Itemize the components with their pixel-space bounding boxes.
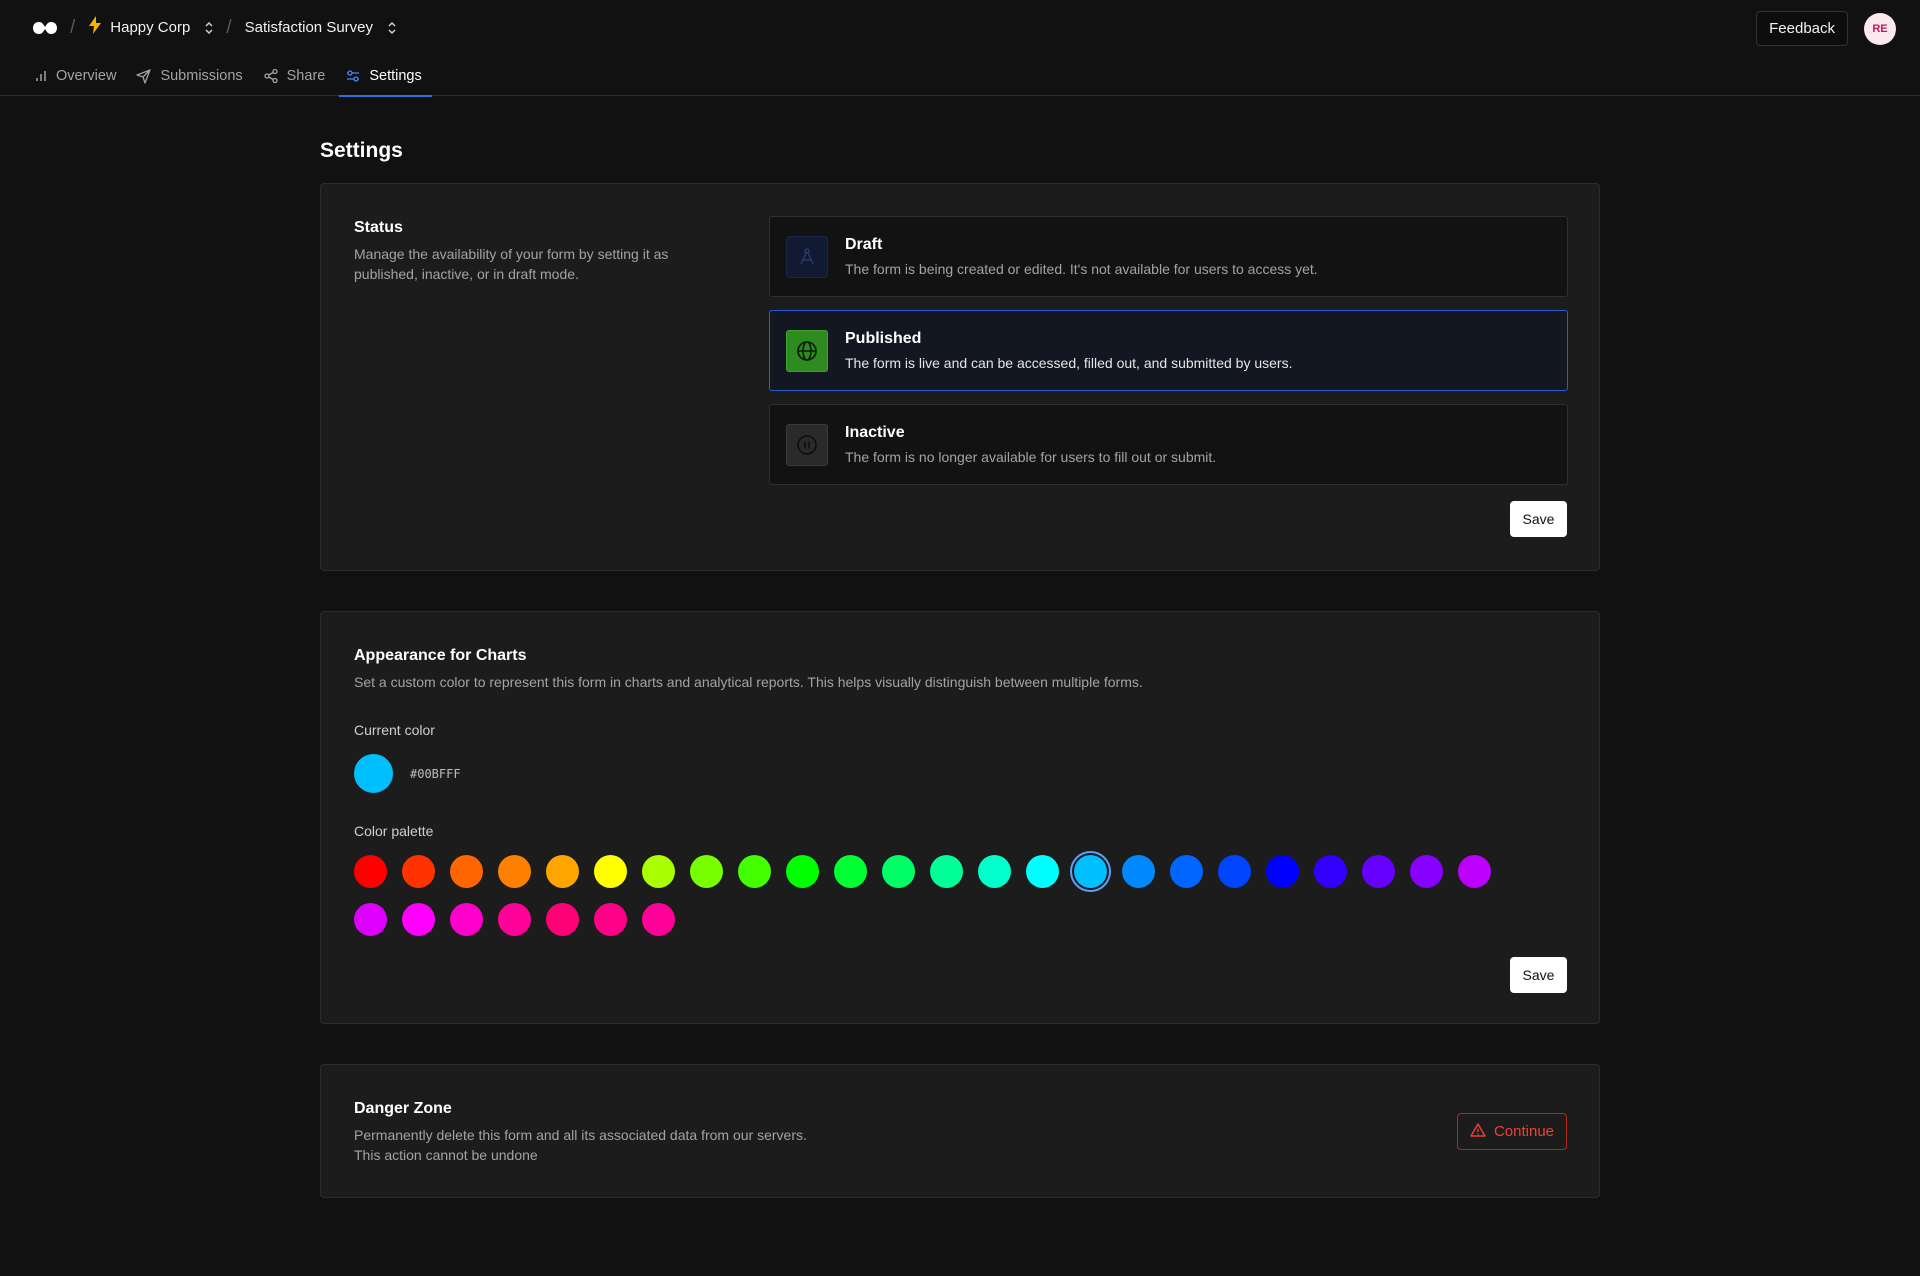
form-name: Satisfaction Survey	[244, 19, 374, 36]
feedback-button[interactable]: Feedback	[1756, 11, 1848, 46]
palette-color-swatch[interactable]	[786, 855, 819, 888]
palette-color-swatch[interactable]	[642, 855, 675, 888]
palette-color-swatch[interactable]	[1218, 855, 1251, 888]
palette-color-swatch[interactable]	[498, 855, 531, 888]
palette-color-swatch[interactable]	[738, 855, 771, 888]
palette-color-swatch[interactable]	[882, 855, 915, 888]
danger-zone-title: Danger Zone	[354, 1100, 452, 1117]
infinity-logo-icon[interactable]	[32, 20, 58, 36]
bolt-icon	[88, 16, 102, 39]
org-name: Happy Corp	[110, 19, 191, 36]
status-options: Draft The form is being created or edite…	[769, 216, 1568, 498]
current-color-label: Current color	[354, 722, 435, 738]
palette-color-swatch[interactable]	[546, 855, 579, 888]
status-save-button[interactable]: Save	[1510, 501, 1567, 537]
globe-icon	[786, 329, 828, 372]
top-bar: / Happy Corp / Satisfaction Survey Feedb…	[0, 0, 1920, 55]
status-option-title: Published	[845, 330, 922, 347]
appearance-description: Set a custom color to represent this for…	[354, 674, 1143, 690]
form-switcher[interactable]: Satisfaction Survey	[245, 19, 397, 36]
palette-color-swatch[interactable]	[1074, 855, 1107, 888]
share-icon	[263, 68, 279, 84]
danger-zone-card: Danger Zone Permanently delete this form…	[320, 1064, 1600, 1198]
status-option-draft[interactable]: Draft The form is being created or edite…	[769, 216, 1568, 297]
palette-color-swatch[interactable]	[978, 855, 1011, 888]
org-switcher[interactable]: Happy Corp	[88, 16, 214, 39]
appearance-title: Appearance for Charts	[354, 647, 527, 664]
tab-label: Overview	[56, 67, 117, 84]
appearance-save-button[interactable]: Save	[1510, 957, 1567, 993]
tab-bar: Overview Submissions Share Settings	[0, 55, 1920, 97]
palette-color-swatch[interactable]	[1458, 855, 1491, 888]
tab-overview[interactable]: Overview	[24, 55, 126, 96]
tab-submissions[interactable]: Submissions	[126, 55, 252, 96]
danger-zone-info: Danger Zone Permanently delete this form…	[354, 1100, 814, 1165]
palette-color-swatch[interactable]	[1266, 855, 1299, 888]
palette-color-swatch[interactable]	[546, 903, 579, 936]
palette-color-swatch[interactable]	[1122, 855, 1155, 888]
status-option-title: Draft	[845, 236, 883, 253]
top-right-actions: Feedback RE	[1756, 11, 1896, 46]
current-color-swatch	[354, 754, 393, 793]
pause-circle-icon	[786, 423, 828, 466]
page-title: Settings	[320, 139, 403, 162]
palette-color-swatch[interactable]	[450, 855, 483, 888]
palette-color-swatch[interactable]	[450, 903, 483, 936]
chevron-up-down-icon	[204, 21, 214, 35]
palette-color-swatch[interactable]	[1026, 855, 1059, 888]
palette-color-swatch[interactable]	[642, 903, 675, 936]
danger-continue-button[interactable]: Continue	[1456, 1113, 1567, 1150]
appearance-card: Appearance for Charts Set a custom color…	[320, 611, 1600, 1024]
status-info: Status Manage the availability of your f…	[354, 219, 714, 284]
status-option-inactive[interactable]: Inactive The form is no longer available…	[769, 404, 1568, 485]
danger-zone-description: Permanently delete this form and all its…	[354, 1127, 807, 1163]
palette-color-swatch[interactable]	[402, 855, 435, 888]
palette-color-swatch[interactable]	[354, 903, 387, 936]
breadcrumb-separator: /	[226, 16, 232, 38]
breadcrumb-separator: /	[70, 16, 76, 38]
palette-color-swatch[interactable]	[1170, 855, 1203, 888]
palette-color-swatch[interactable]	[594, 903, 627, 936]
tab-label: Settings	[369, 67, 422, 84]
status-option-description: The form is live and can be accessed, fi…	[845, 355, 1293, 371]
compass-icon	[786, 235, 828, 278]
continue-label: Continue	[1493, 1123, 1554, 1140]
status-option-description: The form is being created or edited. It'…	[845, 261, 1318, 277]
palette-color-swatch[interactable]	[594, 855, 627, 888]
palette-color-swatch[interactable]	[930, 855, 963, 888]
status-option-description: The form is no longer available for user…	[845, 449, 1217, 465]
status-option-title: Inactive	[845, 424, 905, 441]
color-palette-label: Color palette	[354, 823, 434, 839]
palette-color-swatch[interactable]	[1362, 855, 1395, 888]
status-option-published[interactable]: Published The form is live and can be ac…	[769, 310, 1568, 391]
palette-color-swatch[interactable]	[1410, 855, 1443, 888]
palette-color-swatch[interactable]	[402, 903, 435, 936]
main-content: Settings Status Manage the availability …	[320, 96, 1600, 1198]
settings-sliders-icon	[345, 68, 361, 84]
status-title: Status	[354, 219, 403, 236]
status-card: Status Manage the availability of your f…	[320, 183, 1600, 571]
tab-label: Submissions	[160, 67, 243, 84]
avatar[interactable]: RE	[1864, 12, 1896, 45]
palette-color-swatch[interactable]	[834, 855, 867, 888]
palette-color-swatch[interactable]	[354, 855, 387, 888]
status-description: Manage the availability of your form by …	[354, 246, 669, 282]
chevron-up-down-icon	[387, 21, 397, 35]
bar-chart-icon	[34, 69, 48, 83]
color-palette	[354, 855, 1534, 951]
palette-color-swatch[interactable]	[1314, 855, 1347, 888]
send-icon	[136, 68, 152, 84]
current-color-row: #00BFFF	[354, 754, 1566, 793]
palette-color-swatch[interactable]	[690, 855, 723, 888]
palette-color-swatch[interactable]	[498, 903, 531, 936]
current-color-hex: #00BFFF	[410, 766, 461, 781]
warning-triangle-icon	[1470, 1122, 1486, 1142]
tab-label: Share	[286, 67, 326, 84]
tab-settings[interactable]: Settings	[335, 55, 433, 97]
tab-share[interactable]: Share	[253, 55, 336, 96]
